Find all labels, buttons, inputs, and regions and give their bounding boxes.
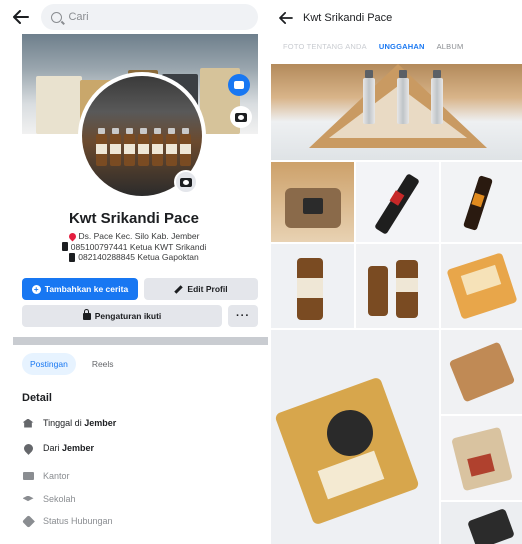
detail-work-label: Kantor [43,471,70,481]
phone-icon [69,252,76,262]
camera-icon[interactable] [174,170,198,194]
profile-panel: Cari Kwt Srikandi Pace Ds. Pace Kec. Sil… [0,0,268,544]
back-arrow-icon[interactable] [279,12,293,24]
tab-album[interactable]: ALBUM [437,42,464,51]
photo-tile[interactable] [441,330,522,414]
detail-from-prefix: Dari [43,443,60,453]
photo-tile[interactable] [441,502,522,544]
detail-from-value: Jember [62,443,95,453]
camera-icon[interactable] [230,106,252,128]
more-icon: ··· [236,310,250,322]
home-icon [22,418,34,428]
profile-actions: + Tambahkan ke cerita Edit Profil [22,278,258,300]
photo-tile[interactable] [271,64,522,160]
briefcase-icon [22,472,34,480]
bio-line: Ds. Pace Kec. Silo Kab. Jember [78,231,200,241]
tab-uploads[interactable]: UNGGAHAN [379,42,425,51]
bio-line: 082140288845 Ketua Gapoktan [78,252,199,262]
add-story-button[interactable]: + Tambahkan ke cerita [22,278,138,300]
add-story-label: Tambahkan ke cerita [44,284,129,294]
detail-work[interactable]: Kantor [22,469,70,483]
details-heading: Detail [22,392,52,404]
bio-line: 085100797441 Ketua KWT Srikandi [70,241,207,252]
photos-header: Kwt Srikandi Pace [271,0,522,36]
photo-tile[interactable] [271,244,354,328]
search-icon [51,11,63,23]
profile-name: Kwt Srikandi Pace [68,210,200,227]
search-input[interactable]: Cari [41,4,258,30]
photo-tile[interactable] [356,162,439,242]
photo-tile[interactable] [441,244,522,328]
lock-icon [82,308,91,320]
follow-settings-label: Pengaturan ikuti [94,311,162,321]
location-pin-icon [21,441,35,455]
profile-tabs: Postingan Reels [22,353,122,375]
graduation-cap-icon [22,495,34,502]
pencil-icon [174,284,184,294]
photo-tile[interactable] [271,162,354,242]
edit-profile-label: Edit Profil [187,284,228,294]
detail-relationship-label: Status Hubungan [43,516,113,526]
photo-tile[interactable] [271,330,439,544]
search-placeholder: Cari [68,11,89,23]
photo-tile[interactable] [356,244,439,328]
photos-title: Kwt Srikandi Pace [303,12,393,24]
follow-settings-button[interactable]: Pengaturan ikuti [22,305,222,327]
tab-photos-of-you[interactable]: FOTO TENTANG ANDA [283,42,367,51]
top-bar: Cari [0,0,268,34]
section-divider [13,337,268,345]
photo-tile[interactable] [441,162,522,242]
tab-posts[interactable]: Postingan [22,353,76,375]
detail-from[interactable]: Dari Jember [21,441,95,455]
edit-profile-button[interactable]: Edit Profil [144,278,258,300]
profile-actions-secondary: Pengaturan ikuti ··· [22,305,258,327]
heart-icon [21,514,35,528]
phone-icon [61,242,68,252]
profile-bio: Ds. Pace Kec. Silo Kab. Jember 085100797… [0,231,268,263]
detail-school-label: Sekolah [43,494,76,504]
detail-lives-prefix: Tinggal di [43,418,82,428]
back-arrow-icon[interactable] [10,6,31,28]
plus-icon: + [31,284,41,294]
photos-panel: Kwt Srikandi Pace FOTO TENTANG ANDA UNGG… [271,0,522,544]
detail-lives-value: Jember [84,418,117,428]
photo-tabs: FOTO TENTANG ANDA UNGGAHAN ALBUM [283,42,463,51]
more-options-button[interactable]: ··· [228,305,258,327]
tab-reels[interactable]: Reels [84,353,122,375]
photo-tile[interactable] [441,416,522,500]
detail-school[interactable]: Sekolah [22,492,76,506]
detail-relationship[interactable]: Status Hubungan [21,514,113,528]
location-pin-icon [67,231,77,242]
detail-lives-in[interactable]: Tinggal di Jember [22,416,116,430]
story-badge-icon[interactable] [228,74,250,96]
